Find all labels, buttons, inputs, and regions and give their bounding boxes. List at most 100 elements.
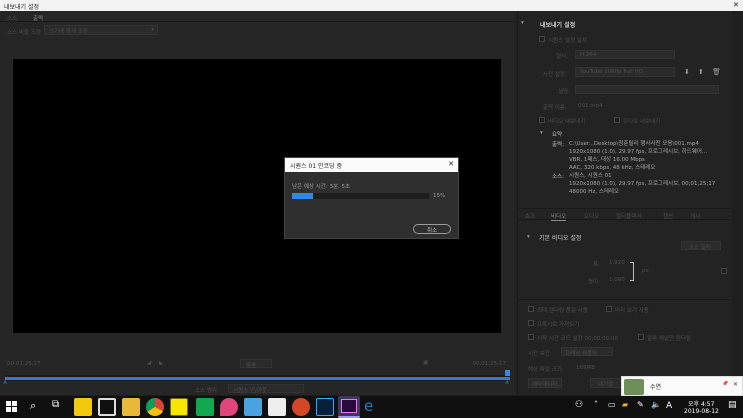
import-preset-icon[interactable]: ⬆ xyxy=(698,68,704,76)
window-close-button[interactable]: ✕ xyxy=(733,1,739,9)
tab-video[interactable]: 비디오 xyxy=(551,212,567,221)
photoshop-icon[interactable] xyxy=(316,398,334,416)
settings-tab-bar: 효과 비디오 오디오 멀티플렉서 캡션 게시 xyxy=(518,208,732,221)
out-point-icon[interactable]: ▲ xyxy=(505,379,509,385)
tab-captions[interactable]: 캡션 xyxy=(663,212,673,220)
tab-source[interactable]: 소스 xyxy=(7,14,17,22)
taskbar: ⌕ ⧉ e ⚇ ˄ ▭ ▰ ✎ 🔈 A 오후 4:57 2019-08-12 ▤ xyxy=(0,396,743,418)
blue-app-icon[interactable] xyxy=(244,398,262,416)
in-point-icon[interactable]: ▲ xyxy=(3,379,7,385)
powerpoint-icon[interactable] xyxy=(292,398,310,416)
sticky-notes-icon[interactable] xyxy=(74,398,92,416)
tab-publish[interactable]: 게시 xyxy=(690,212,700,220)
export-audio-checkbox[interactable] xyxy=(614,117,620,123)
clock-date[interactable]: 2019-08-12 xyxy=(684,408,719,415)
green-app-icon[interactable] xyxy=(196,398,214,416)
export-video-checkbox[interactable] xyxy=(539,117,545,123)
delete-preset-icon[interactable]: 🗑 xyxy=(712,68,721,76)
tab-multiplexer[interactable]: 멀티플렉서 xyxy=(616,212,641,220)
tab-effects[interactable]: 효과 xyxy=(525,212,535,220)
playhead-icon[interactable] xyxy=(505,370,510,376)
size-override-checkbox[interactable] xyxy=(721,268,727,274)
metadata-button[interactable]: 메타데이터... xyxy=(528,378,563,388)
alpha-only-checkbox[interactable] xyxy=(638,334,644,340)
bottom-divider xyxy=(518,299,732,300)
alpha-only-label: 알파 채널만 렌더링 xyxy=(647,336,691,342)
chevron-up-icon[interactable]: ˄ xyxy=(594,400,598,409)
match-sequence-label: 시퀀스 설정 일치 xyxy=(548,38,587,44)
time-interp-select[interactable]: 프레임 샘플링 xyxy=(561,347,613,357)
kakaotalk-icon[interactable] xyxy=(170,398,188,416)
ime-indicator[interactable]: A xyxy=(666,401,672,411)
notification-close-button[interactable]: ✕ xyxy=(733,381,738,388)
timecode-in: 00;01;25;17 xyxy=(7,361,41,367)
format-select[interactable]: H.264 xyxy=(575,50,675,59)
window-title: 내보내기 설정 xyxy=(4,4,40,11)
mark-in-icon[interactable]: ◢ xyxy=(147,360,151,366)
action-center-icon[interactable]: ▤ xyxy=(728,400,737,410)
comments-label: 설명: xyxy=(558,89,570,95)
people-icon[interactable]: ⚇ xyxy=(575,400,583,410)
file-explorer-icon[interactable] xyxy=(122,398,140,416)
max-render-quality-checkbox[interactable] xyxy=(528,306,534,312)
progress-bar-fill xyxy=(292,193,313,199)
search-icon[interactable]: ⌕ xyxy=(30,399,36,413)
summary-heading: 요약 xyxy=(552,132,563,138)
time-interp-label: 시간 보간: xyxy=(528,351,552,357)
screen-app-icon[interactable] xyxy=(268,398,286,416)
left-tab-bar: 소스 출력 xyxy=(0,11,514,22)
chevron-down-icon[interactable]: ▾ xyxy=(527,234,530,240)
max-render-quality-label: 최대 렌더링 품질 사용 xyxy=(537,308,588,314)
dialog-close-button[interactable]: ✕ xyxy=(448,160,454,168)
preset-select[interactable]: YouTube 1080p Full HD xyxy=(575,67,675,77)
start-timecode-checkbox[interactable] xyxy=(528,334,534,340)
chevron-down-icon[interactable]: ▾ xyxy=(540,130,543,136)
settings-panel: ▾ 내보내기 설정 시퀀스 설정 일치 형식: H.264 사전 설정: You… xyxy=(517,11,743,395)
chat-notification[interactable]: 수연 📌 ✕ xyxy=(621,376,743,396)
timeline-bar[interactable] xyxy=(5,370,510,381)
scrollbar[interactable] xyxy=(732,11,743,395)
fit-select[interactable]: 맞춤 xyxy=(240,359,272,369)
queue-button[interactable]: 대기열 xyxy=(590,378,622,388)
link-icon[interactable] xyxy=(630,262,634,281)
height-value[interactable]: 1,080 xyxy=(609,277,625,283)
premiere-icon[interactable] xyxy=(338,396,360,418)
output-name-label: 출력 이름: xyxy=(543,105,567,111)
task-view-icon[interactable]: ⧉ xyxy=(52,399,59,410)
chrome-icon[interactable] xyxy=(146,398,164,416)
source-range-label: 소스 범위 xyxy=(195,388,217,394)
remote-icon[interactable] xyxy=(98,398,116,416)
match-sequence-checkbox[interactable] xyxy=(539,36,545,42)
location-app-icon[interactable] xyxy=(220,398,238,416)
tab-output[interactable]: 출력 xyxy=(33,14,43,22)
windows-start-icon[interactable] xyxy=(6,401,17,412)
output-name-link[interactable]: 001.mp4 xyxy=(578,103,603,109)
source-scaling-select[interactable]: 크기에 맞게 조정 ▾ xyxy=(44,25,158,35)
encoding-dialog: 시퀀스 01 인코딩 중 ✕ 남은 예상 시간: 3분, 5초 15% 취소 xyxy=(284,157,459,239)
clock-time[interactable]: 오후 4:57 xyxy=(688,399,714,408)
network-icon[interactable]: ▭ xyxy=(608,400,616,409)
chevron-down-icon[interactable]: ▾ xyxy=(521,20,524,26)
cancel-button[interactable]: 취소 xyxy=(413,224,451,234)
use-previews-checkbox[interactable] xyxy=(606,306,612,312)
width-label: 폭: xyxy=(593,262,600,268)
edge-icon[interactable]: e xyxy=(364,397,373,415)
mark-out-icon[interactable]: ◣ xyxy=(159,360,163,366)
preset-label: 사전 설정: xyxy=(543,72,567,78)
px-unit: px xyxy=(642,268,649,274)
match-source-button[interactable]: 소스 일치 xyxy=(681,241,721,251)
width-value[interactable]: 1,920 xyxy=(609,260,625,266)
pen-icon[interactable]: ✎ xyxy=(637,400,644,409)
pin-icon[interactable]: 📌 xyxy=(722,381,728,387)
avatar xyxy=(624,379,644,395)
source-range-select[interactable]: 시퀀스 인/아웃 xyxy=(228,384,304,394)
aspect-icon[interactable]: ▣ xyxy=(423,360,428,366)
dialog-title: 시퀀스 01 인코딩 중 xyxy=(290,163,342,170)
tab-audio[interactable]: 오디오 xyxy=(584,212,599,220)
import-proxy-checkbox[interactable] xyxy=(528,320,534,326)
comments-input[interactable] xyxy=(575,85,719,94)
volume-icon[interactable]: 🔈 xyxy=(651,400,661,409)
folder-tray-icon[interactable]: ▰ xyxy=(622,400,628,409)
progress-percent: 15% xyxy=(433,193,446,199)
save-preset-icon[interactable]: ⬇ xyxy=(684,68,690,76)
